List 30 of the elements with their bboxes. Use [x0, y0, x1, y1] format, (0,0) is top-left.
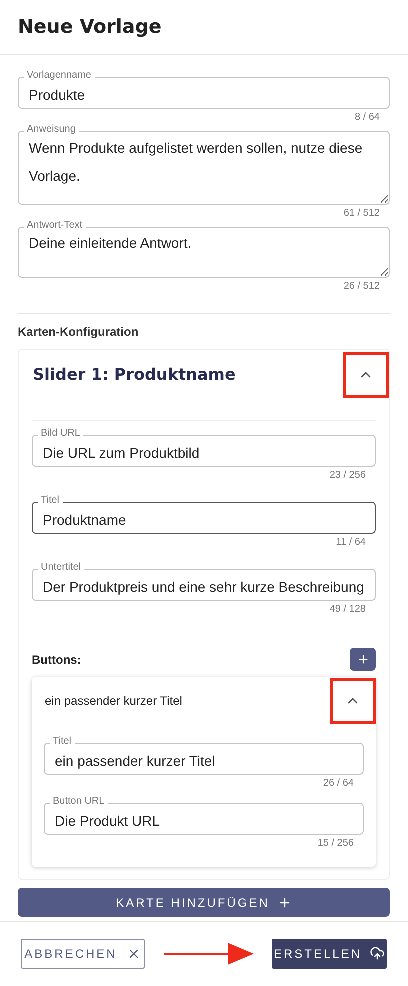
plus-icon [278, 896, 292, 910]
highlighted-collapse-button[interactable] [330, 678, 376, 724]
create-button[interactable]: ERSTELLEN [272, 938, 387, 968]
cancel-button[interactable]: ABBRECHEN [21, 938, 145, 968]
field-label: Anweisung [24, 124, 79, 136]
dialog-title: Neue Vorlage [18, 14, 162, 40]
input-field[interactable]: Die Produkt URL [44, 803, 364, 835]
input-field[interactable]: ein passender kurzer Titel [44, 743, 364, 775]
field-label: Vorlagenname [24, 70, 94, 82]
add-button[interactable] [350, 648, 376, 671]
input-field[interactable]: Die URL zum Produktbild [32, 435, 376, 467]
character-counter: 23 / 256 [330, 469, 367, 482]
card-title: Slider 1: Produktname [33, 364, 236, 386]
character-counter: 15 / 256 [318, 837, 355, 850]
cloud-upload-icon [370, 946, 386, 961]
input-field[interactable]: Produktname [32, 502, 376, 534]
character-counter: 49 / 128 [330, 603, 367, 616]
character-counter: 26 / 512 [344, 280, 381, 293]
add-card-button[interactable]: KARTE HINZUFÜGEN [18, 888, 390, 917]
plus-icon [356, 653, 370, 666]
character-counter: 26 / 64 [323, 777, 355, 790]
button-panel-title: ein passender kurzer Titel [45, 692, 182, 710]
section-title: Karten-Konfiguration [18, 324, 140, 341]
input-field[interactable]: Der Produktpreis und eine sehr kurze Beschreibung [32, 569, 376, 601]
buttons-label: Buttons: [32, 652, 82, 668]
highlighted-collapse-button[interactable] [343, 352, 389, 398]
character-counter: 61 / 512 [344, 207, 381, 220]
character-counter: 11 / 64 [336, 536, 367, 549]
character-counter: 8 / 64 [354, 111, 381, 124]
text-area[interactable]: Deine einleitende Antwort. [18, 227, 390, 278]
